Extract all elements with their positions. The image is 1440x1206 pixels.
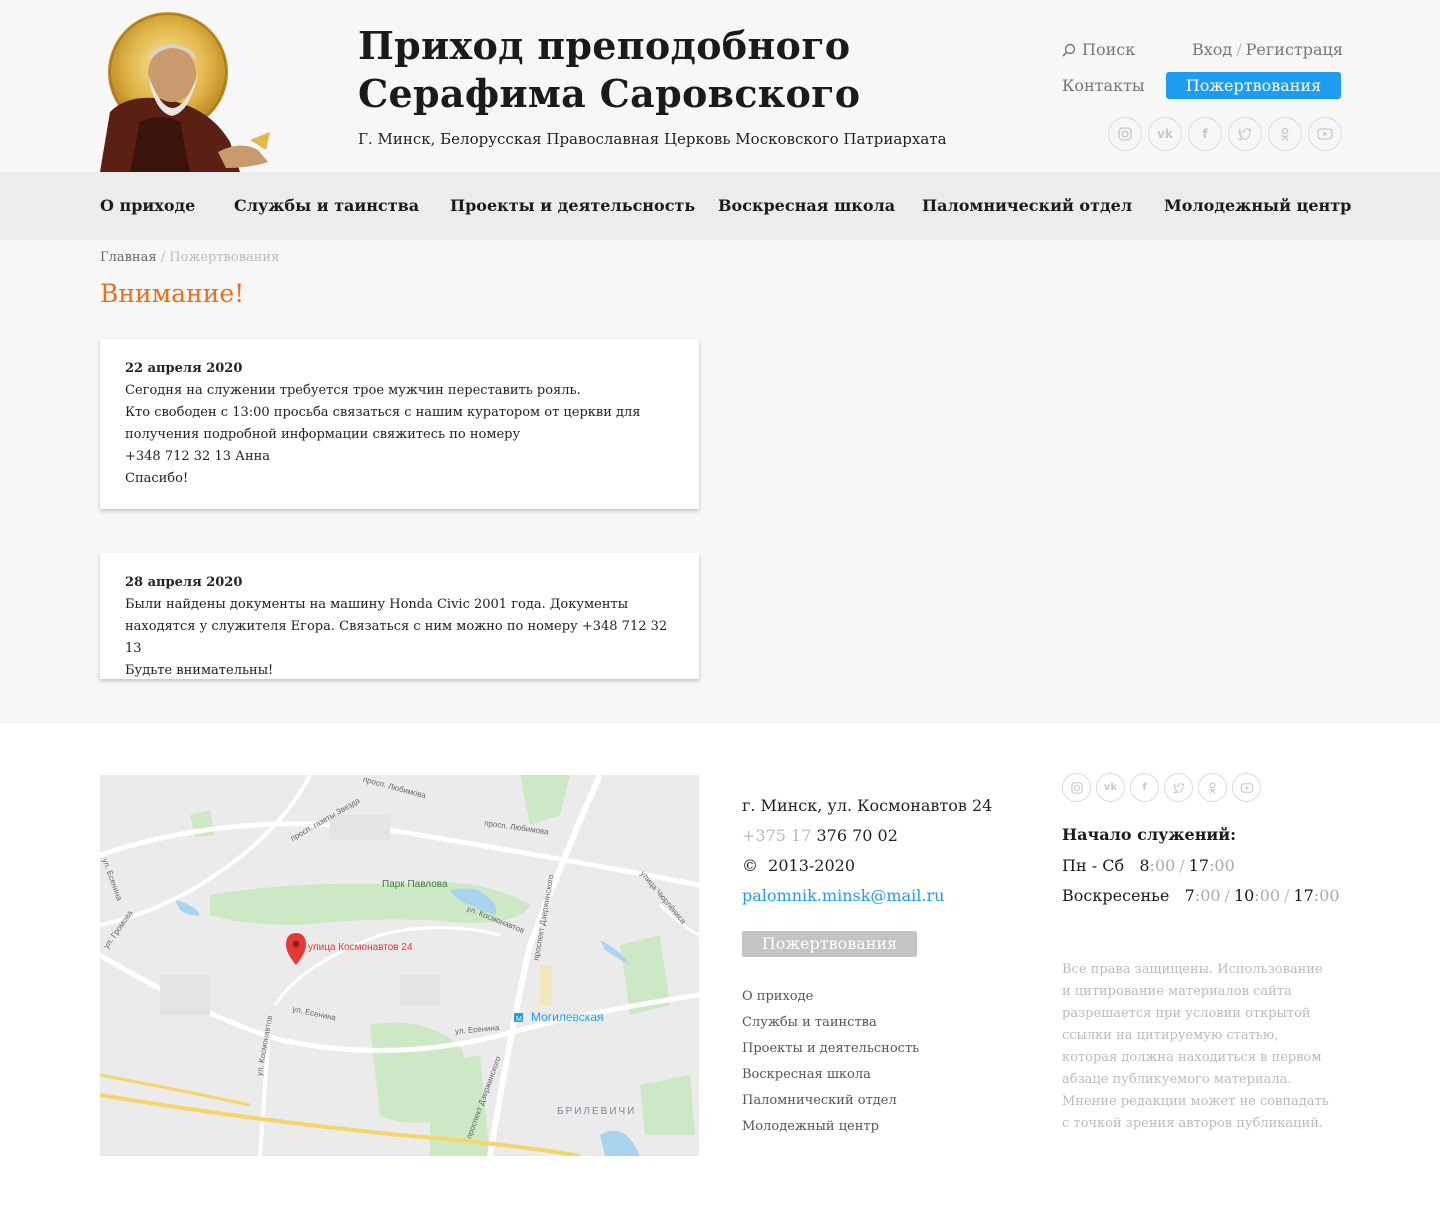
- odnoklassniki-icon[interactable]: [1198, 773, 1227, 802]
- site-title[interactable]: Приход преподобного Серафима Саровского: [358, 22, 860, 118]
- time-hour: 17: [1293, 886, 1314, 905]
- social-links-header: vk f: [1108, 117, 1342, 151]
- notice-text-line: находятся у служителя Егора. Связаться с…: [125, 619, 668, 656]
- nav-item-youth-center[interactable]: Молодежный центр: [1164, 196, 1351, 215]
- main-nav: О приходе Службы и таинства Проекты и де…: [0, 172, 1440, 240]
- footer-rights-text: Все права защищены. Использование и цити…: [1062, 962, 1329, 1131]
- footer-menu-item-youth-center[interactable]: Молодежный центр: [742, 1114, 919, 1140]
- social-links-footer: vk f: [1062, 773, 1261, 802]
- map-district-label: БРИЛЕВИЧИ: [557, 1106, 637, 1117]
- services-weekday-row: Пн - Сб 8:00/17:00: [1062, 856, 1235, 875]
- copyright-icon: ©: [742, 856, 758, 875]
- time-hour: 10: [1233, 886, 1255, 905]
- map-park-label: Парк Павлова: [382, 879, 448, 890]
- facebook-icon[interactable]: f: [1188, 117, 1222, 151]
- breadcrumb-home[interactable]: Главная: [100, 250, 157, 265]
- time-hour: 8: [1139, 856, 1150, 875]
- search-label: Поиск: [1082, 40, 1136, 59]
- footer-donate-button[interactable]: Пожертвования: [742, 931, 917, 957]
- footer-menu-item-projects[interactable]: Проекты и деятельсность: [742, 1036, 919, 1062]
- notice-text-line: +348 712 32 13 Анна: [125, 449, 271, 464]
- page-title: Внимание!: [100, 279, 245, 308]
- map-pin-label: улица Космонавтов 24: [308, 942, 413, 953]
- notice-date: 22 апреля 2020: [125, 361, 243, 376]
- saint-icon-image[interactable]: [100, 12, 272, 172]
- time-minutes: :00: [1209, 856, 1235, 875]
- site-title-line-2: Серафима Саровского: [358, 71, 861, 116]
- auth-separator: /: [1236, 40, 1242, 59]
- footer-menu-item-about[interactable]: О приходе: [742, 984, 919, 1010]
- location-map[interactable]: M улица Космонавтов 24 Парк Павлова Моги…: [100, 775, 699, 1156]
- footer-phone-prefix: +375 17: [742, 826, 812, 845]
- time-separator: /: [1179, 856, 1185, 875]
- time-minutes: :00: [1149, 856, 1176, 875]
- notice-text-line: Были найдены документы на машину Honda C…: [125, 597, 629, 612]
- donate-button[interactable]: Пожертвования: [1166, 72, 1341, 99]
- time-separator: /: [1284, 886, 1290, 905]
- breadcrumb-separator: /: [156, 250, 170, 265]
- site-header: Приход преподобного Серафима Саровского …: [0, 0, 1440, 172]
- footer-phone-number: 376 70 02: [811, 826, 898, 845]
- footer-email-link[interactable]: palomnik.minsk@mail.ru: [742, 886, 944, 905]
- breadcrumb: Главная / Пожертвования: [100, 250, 279, 265]
- vk-icon[interactable]: vk: [1148, 117, 1182, 151]
- search-icon: [1062, 43, 1076, 57]
- notice-text-line: Спасибо!: [125, 471, 189, 486]
- login-link[interactable]: Вход: [1192, 40, 1232, 59]
- site-title-line-1: Приход преподобного: [358, 23, 851, 68]
- notice-text-line: Кто свободен с 13:00 просьба связаться с…: [125, 405, 641, 420]
- services-title: Начало служений:: [1062, 825, 1237, 844]
- notice-card: 22 апреля 2020 Сегодня на служении требу…: [100, 339, 699, 509]
- notice-date: 28 апреля 2020: [125, 575, 243, 590]
- search-link[interactable]: Поиск: [1062, 40, 1135, 59]
- instagram-icon[interactable]: [1108, 117, 1142, 151]
- nav-item-sunday-school[interactable]: Воскресная школа: [718, 196, 895, 215]
- weekday-label: Пн - Сб: [1062, 856, 1125, 875]
- notice-text-line: Будьте внимательны!: [125, 663, 274, 678]
- nav-item-about[interactable]: О приходе: [100, 196, 195, 215]
- map-metro-label: Могилевская: [531, 1010, 604, 1024]
- footer-menu-item-sunday-school[interactable]: Воскресная школа: [742, 1062, 919, 1088]
- facebook-icon[interactable]: f: [1130, 773, 1159, 802]
- time-minutes: :00: [1254, 886, 1281, 905]
- time-separator: /: [1224, 886, 1230, 905]
- odnoklassniki-icon[interactable]: [1268, 117, 1302, 151]
- sunday-label: Воскресенье: [1062, 886, 1170, 905]
- footer-phone[interactable]: +375 17 376 70 02: [742, 826, 898, 845]
- nav-item-services[interactable]: Службы и таинства: [234, 196, 419, 215]
- time-minutes: :00: [1194, 886, 1221, 905]
- auth-links: Вход / Регистраця: [1192, 40, 1343, 59]
- nav-item-pilgrimage[interactable]: Паломнический отдел: [922, 196, 1132, 215]
- map-graphic: M: [100, 775, 699, 1156]
- footer-copyright: © 2013-2020: [742, 856, 855, 875]
- footer-menu: О приходе Службы и таинства Проекты и де…: [742, 984, 919, 1140]
- time-minutes: :00: [1313, 886, 1340, 905]
- footer-menu-item-pilgrimage[interactable]: Паломнический отдел: [742, 1088, 919, 1114]
- register-link[interactable]: Регистраця: [1246, 40, 1343, 59]
- twitter-icon[interactable]: [1164, 773, 1193, 802]
- time-hour: 17: [1188, 856, 1210, 875]
- twitter-icon[interactable]: [1228, 117, 1262, 151]
- contacts-link[interactable]: Контакты: [1062, 76, 1145, 95]
- footer-address: г. Минск, ул. Космонавтов 24: [742, 796, 993, 815]
- breadcrumb-current: Пожертвования: [169, 250, 280, 265]
- notice-text-line: получения подробной информации свяжитесь…: [125, 427, 521, 442]
- youtube-icon[interactable]: [1232, 773, 1261, 802]
- site-subtitle: Г. Минск, Белорусская Православная Церко…: [358, 130, 947, 148]
- instagram-icon[interactable]: [1062, 773, 1091, 802]
- notice-text-line: Сегодня на служении требуется трое мужчи…: [125, 383, 581, 398]
- copyright-years: 2013-2020: [768, 856, 856, 875]
- nav-item-projects[interactable]: Проекты и деятельсность: [450, 196, 695, 215]
- site-footer: M улица Космонавтов 24 Парк Павлова Моги…: [0, 724, 1440, 1206]
- services-sunday-row: Воскресенье 7:00/10:00/17:00: [1062, 886, 1340, 905]
- time-hour: 7: [1184, 886, 1195, 905]
- youtube-icon[interactable]: [1308, 117, 1342, 151]
- notice-card: 28 апреля 2020 Были найдены документы на…: [100, 553, 699, 679]
- svg-text:M: M: [516, 1016, 522, 1023]
- footer-menu-item-services[interactable]: Службы и таинства: [742, 1010, 919, 1036]
- vk-icon[interactable]: vk: [1096, 773, 1125, 802]
